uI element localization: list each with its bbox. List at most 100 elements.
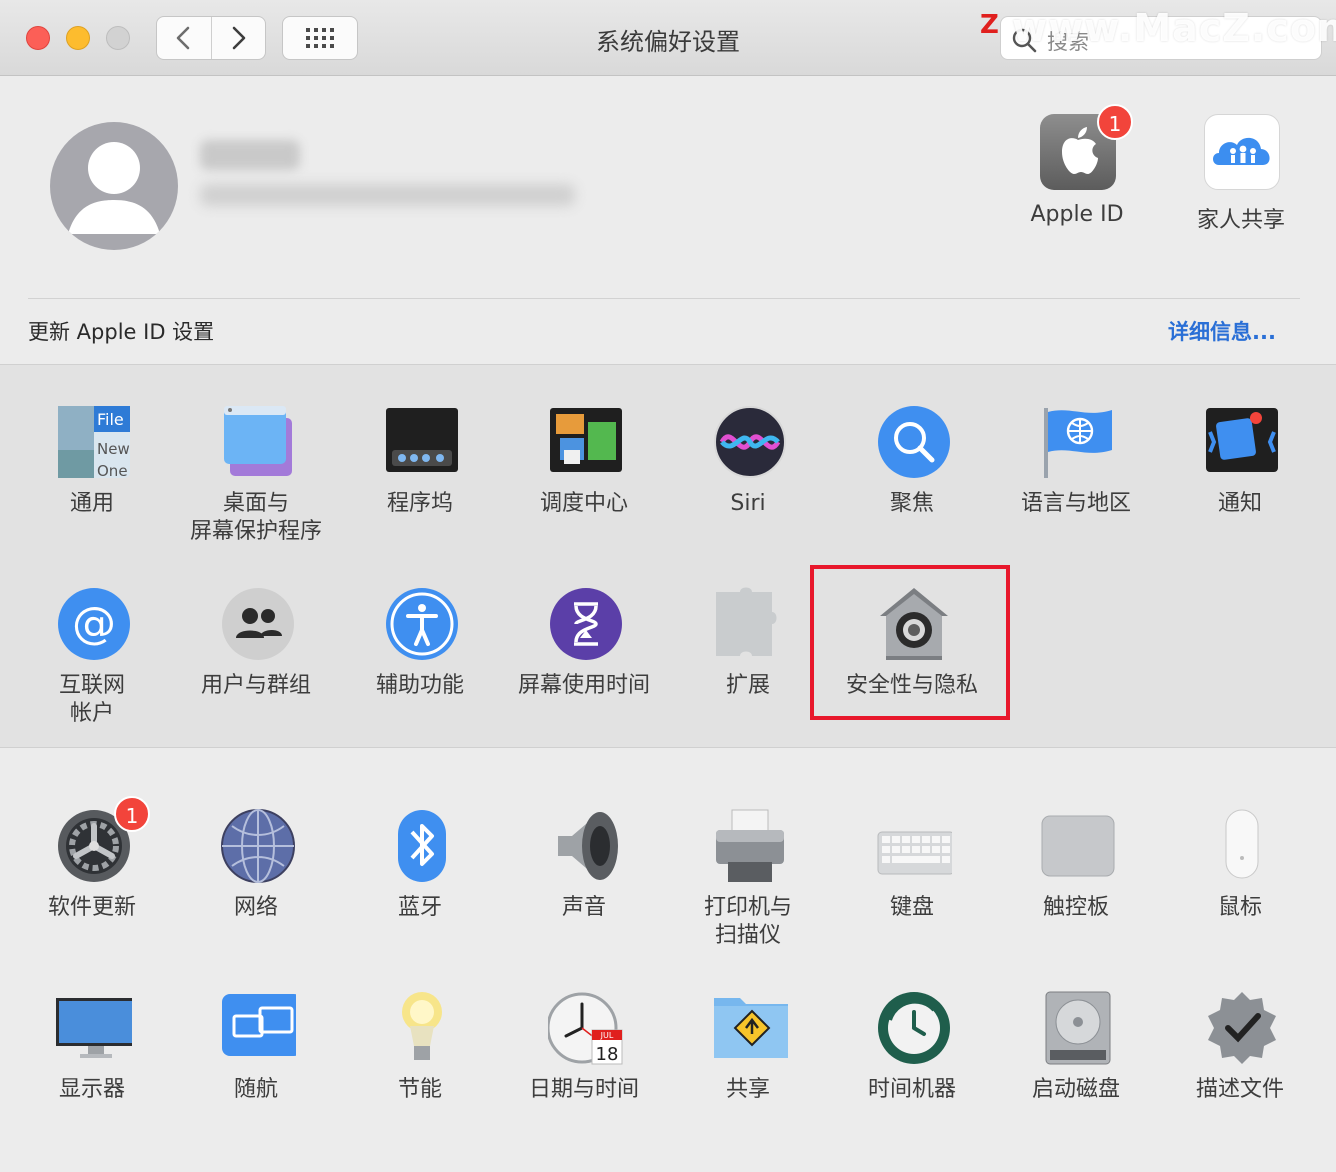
- time-machine-icon: [876, 990, 952, 1066]
- pref-extensions-label: 扩展: [725, 673, 770, 698]
- forward-button[interactable]: [210, 17, 266, 59]
- user-silhouette-icon: [68, 142, 160, 234]
- pref-screen-time-label: 屏幕使用时间: [517, 673, 650, 698]
- extensions-icon: [712, 586, 788, 662]
- pref-startup-disk[interactable]: 启动磁盘: [994, 990, 1158, 1160]
- pref-users-groups[interactable]: 用户与群组: [174, 586, 338, 756]
- pref-notifications-label: 通知: [1217, 491, 1262, 516]
- svg-text:@: @: [72, 598, 116, 649]
- update-apple-id-text: 更新 Apple ID 设置: [28, 320, 215, 344]
- software-update-badge: 1: [114, 796, 150, 832]
- pref-startup-disk-label: 启动磁盘: [1031, 1077, 1120, 1102]
- pref-printers-scanners[interactable]: 打印机与 扫描仪: [666, 808, 830, 978]
- title-bar: 系统偏好设置 搜索 Z www.MacZ.com: [0, 0, 1336, 76]
- pref-internet-accounts[interactable]: @ 互联网 帐户: [10, 586, 174, 756]
- pref-dock[interactable]: 程序坞: [338, 404, 502, 574]
- sound-icon: [548, 808, 624, 884]
- family-sharing-label: 家人共享: [1196, 208, 1285, 233]
- pref-mouse-label: 鼠标: [1217, 895, 1262, 920]
- pref-screen-time[interactable]: 屏幕使用时间: [502, 586, 666, 756]
- account-name-blurred: [200, 140, 300, 170]
- spotlight-icon: [876, 404, 952, 480]
- pref-siri[interactable]: Siri: [666, 404, 830, 574]
- screen-time-icon: [548, 586, 624, 662]
- account-email-blurred: [200, 184, 575, 206]
- pref-extensions[interactable]: 扩展: [666, 586, 830, 756]
- pref-date-time[interactable]: JUL 18 日期与时间: [502, 990, 666, 1160]
- pref-network-label: 网络: [233, 895, 278, 920]
- pref-siri-label: Siri: [730, 491, 766, 516]
- pref-accessibility[interactable]: 辅助功能: [338, 586, 502, 756]
- energy-saver-icon: [384, 990, 460, 1066]
- window-title: 系统偏好设置: [596, 28, 740, 56]
- navigation-buttons: [156, 16, 266, 60]
- pref-notifications[interactable]: 通知: [1158, 404, 1322, 574]
- pref-energy-saver-label: 节能: [397, 1077, 442, 1102]
- divider: [28, 298, 1300, 299]
- pref-displays[interactable]: 显示器: [10, 990, 174, 1160]
- calendar-month: JUL: [600, 1031, 614, 1040]
- users-groups-icon: [220, 586, 296, 662]
- chevron-right-icon: [232, 26, 246, 50]
- pref-general-label: 通用: [69, 491, 114, 516]
- grid-icon: [306, 28, 334, 48]
- pref-software-update[interactable]: 1 软件更新: [10, 796, 174, 978]
- pref-bluetooth[interactable]: 蓝牙: [338, 808, 502, 978]
- close-window-button[interactable]: [26, 26, 50, 50]
- pref-time-machine[interactable]: 时间机器: [830, 990, 994, 1160]
- pref-printers-scanners-label: 打印机与 扫描仪: [703, 895, 792, 948]
- internet-accounts-icon: @: [56, 586, 132, 662]
- pref-mouse[interactable]: 鼠标: [1158, 808, 1322, 978]
- pref-general[interactable]: File New One 通用: [10, 404, 174, 574]
- pref-time-machine-label: 时间机器: [867, 1077, 956, 1102]
- pref-language-region[interactable]: 语言与地区: [994, 404, 1158, 574]
- pref-spotlight[interactable]: 聚焦: [830, 404, 994, 574]
- pref-trackpad[interactable]: 触控板: [994, 808, 1158, 978]
- svg-text:New: New: [97, 440, 130, 458]
- pref-language-region-label: 语言与地区: [1020, 491, 1131, 516]
- avatar[interactable]: [50, 122, 178, 250]
- displays-icon: [56, 990, 132, 1066]
- family-sharing-icon: [1204, 114, 1280, 190]
- svg-text:File: File: [97, 410, 124, 429]
- pref-accessibility-label: 辅助功能: [375, 673, 464, 698]
- pref-sharing[interactable]: 共享: [666, 990, 830, 1160]
- pref-date-time-label: 日期与时间: [528, 1077, 639, 1102]
- pref-mission-control-label: 调度中心: [539, 491, 628, 516]
- profiles-icon: [1204, 990, 1280, 1066]
- zoom-window-button[interactable]: [106, 26, 130, 50]
- pref-desktop-screensaver[interactable]: 桌面与 屏幕保护程序: [174, 404, 338, 574]
- pref-displays-label: 显示器: [58, 1077, 125, 1102]
- pref-software-update-label: 软件更新: [47, 895, 136, 920]
- pref-sound-label: 声音: [561, 895, 606, 920]
- pref-bluetooth-label: 蓝牙: [397, 895, 442, 920]
- pref-sharing-label: 共享: [725, 1077, 770, 1102]
- pref-sidecar[interactable]: 随航: [174, 990, 338, 1160]
- pref-network[interactable]: 网络: [174, 808, 338, 978]
- siri-icon: [712, 404, 788, 480]
- details-link[interactable]: 详细信息...: [1168, 316, 1276, 346]
- pref-profiles-label: 描述文件: [1195, 1077, 1284, 1102]
- chevron-left-icon: [176, 26, 190, 50]
- pref-keyboard-label: 键盘: [889, 895, 934, 920]
- pref-mission-control[interactable]: 调度中心: [502, 404, 666, 574]
- sidecar-icon: [220, 990, 296, 1066]
- back-button[interactable]: [157, 17, 211, 59]
- mouse-icon: [1204, 808, 1280, 884]
- watermark-text: www.MacZ.com: [1012, 6, 1336, 50]
- show-all-button[interactable]: [282, 16, 358, 60]
- pref-desktop-screensaver-label: 桌面与 屏幕保护程序: [189, 491, 322, 544]
- pref-keyboard[interactable]: 键盘: [830, 808, 994, 978]
- pref-energy-saver[interactable]: 节能: [338, 990, 502, 1160]
- minimize-window-button[interactable]: [66, 26, 90, 50]
- language-region-icon: [1040, 404, 1116, 480]
- printers-scanners-icon: [712, 808, 788, 884]
- pref-profiles[interactable]: 描述文件: [1158, 990, 1322, 1160]
- pref-trackpad-label: 触控板: [1042, 895, 1109, 920]
- account-section: 1 Apple ID 家人共享 更新 Apple ID 设置 详细信息...: [0, 76, 1336, 364]
- pref-spotlight-label: 聚焦: [889, 491, 934, 516]
- notifications-icon: [1204, 404, 1280, 480]
- pref-sound[interactable]: 声音: [502, 808, 666, 978]
- keyboard-icon: [876, 808, 952, 884]
- trackpad-icon: [1040, 808, 1116, 884]
